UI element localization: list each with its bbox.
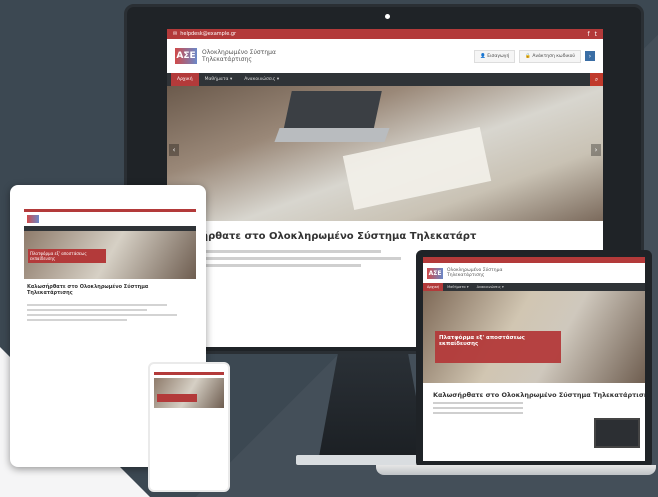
logo-mark: ΑΣΕ bbox=[175, 48, 197, 64]
laptop-screen: ΑΣΕ Ολοκληρωμένο Σύστημα Τηλεκατάρτισης … bbox=[423, 257, 645, 461]
laptop-welcome-heading: Καλωσήρθατε στο Ολοκληρωμένο Σύστημα Τηλ… bbox=[433, 391, 645, 399]
laptop-nav-home[interactable]: Αρχική bbox=[423, 283, 444, 291]
carousel-prev-icon[interactable]: ‹ bbox=[169, 144, 179, 156]
site-logo[interactable]: ΑΣΕ Ολοκληρωμένο Σύστημα Τηλεκατάρτισης bbox=[175, 48, 276, 64]
laptop-text bbox=[423, 402, 645, 414]
site-header: ΑΣΕ Ολοκληρωμένο Σύστημα Τηλεκατάρτισης … bbox=[167, 39, 603, 73]
laptop-nav: Αρχική Μαθήματα ▾ Ανακοινώσεις ▾ bbox=[423, 283, 645, 291]
header-actions: 👤 Εισαγωγή 🔒 Ανάκτηση κωδικού › bbox=[474, 49, 595, 63]
phone-top-bar bbox=[154, 372, 224, 375]
tablet-header bbox=[24, 212, 196, 226]
laptop-hero: Πλατφόρμα εξ' αποστάσεως εκπαίδευσης bbox=[423, 291, 645, 383]
top-bar: ✉ helpdesk@example.gr ft bbox=[167, 29, 603, 39]
laptop-site-title: Ολοκληρωμένο Σύστημα Τηλεκατάρτισης bbox=[447, 268, 503, 278]
laptop-device: ΑΣΕ Ολοκληρωμένο Σύστημα Τηλεκατάρτισης … bbox=[416, 250, 652, 468]
laptop-nav-announcements[interactable]: Ανακοινώσεις ▾ bbox=[473, 283, 508, 291]
login-button[interactable]: 👤 Εισαγωγή bbox=[474, 49, 516, 63]
envelope-icon: ✉ bbox=[173, 31, 178, 37]
phone-banner bbox=[157, 394, 197, 402]
email-link[interactable]: ✉ helpdesk@example.gr bbox=[173, 31, 236, 37]
nav-item-announcements[interactable]: Ανακοινώσεις ▾ bbox=[238, 73, 285, 86]
main-nav: Αρχική Μαθήματα ▾ Ανακοινώσεις ▾ ⌕ bbox=[167, 73, 603, 86]
camera-icon bbox=[385, 14, 390, 19]
laptop-base bbox=[376, 465, 656, 475]
laptop-banner-title-2: εκπαίδευσης bbox=[439, 341, 479, 347]
phone-device bbox=[148, 362, 230, 492]
nav-item-home[interactable]: Αρχική bbox=[171, 73, 199, 86]
recover-password-button[interactable]: 🔒 Ανάκτηση κωδικού bbox=[519, 49, 581, 63]
welcome-heading: ήρθατε στο Ολοκληρωμένο Σύστημα Τηλεκατά… bbox=[201, 231, 477, 242]
social-links: ft bbox=[588, 31, 597, 38]
laptop-logo[interactable]: ΑΣΕ bbox=[427, 267, 443, 279]
facebook-icon[interactable]: f bbox=[588, 31, 590, 38]
phone-hero bbox=[154, 378, 224, 408]
site-title: Ολοκληρωμένο Σύστημα Τηλεκατάρτισης bbox=[202, 49, 276, 63]
tablet-text bbox=[24, 304, 196, 321]
carousel-next-icon[interactable]: › bbox=[591, 144, 601, 156]
twitter-icon[interactable]: t bbox=[595, 31, 597, 38]
hero-carousel: ‹ › bbox=[167, 86, 603, 221]
tablet-hero: Πλατφόρμα εξ' αποστάσεως εκπαίδευσης bbox=[24, 231, 196, 279]
tablet-logo[interactable] bbox=[27, 215, 39, 223]
search-icon[interactable]: ⌕ bbox=[590, 73, 603, 86]
tablet-banner: Πλατφόρμα εξ' αποστάσεως εκπαίδευσης bbox=[28, 249, 106, 263]
hero-image-keyboard bbox=[274, 128, 390, 142]
laptop-header: ΑΣΕ Ολοκληρωμένο Σύστημα Τηλεκατάρτισης bbox=[423, 263, 645, 283]
go-button[interactable]: › bbox=[585, 51, 595, 61]
nav-item-courses[interactable]: Μαθήματα ▾ bbox=[199, 73, 239, 86]
tablet-welcome-heading: Καλωσήρθατε στο Ολοκληρωμένο Σύστημα Τηλ… bbox=[27, 284, 149, 296]
laptop-thumbnail bbox=[594, 418, 640, 448]
laptop-nav-courses[interactable]: Μαθήματα ▾ bbox=[443, 283, 473, 291]
laptop-banner: Πλατφόρμα εξ' αποστάσεως εκπαίδευσης bbox=[435, 331, 561, 363]
